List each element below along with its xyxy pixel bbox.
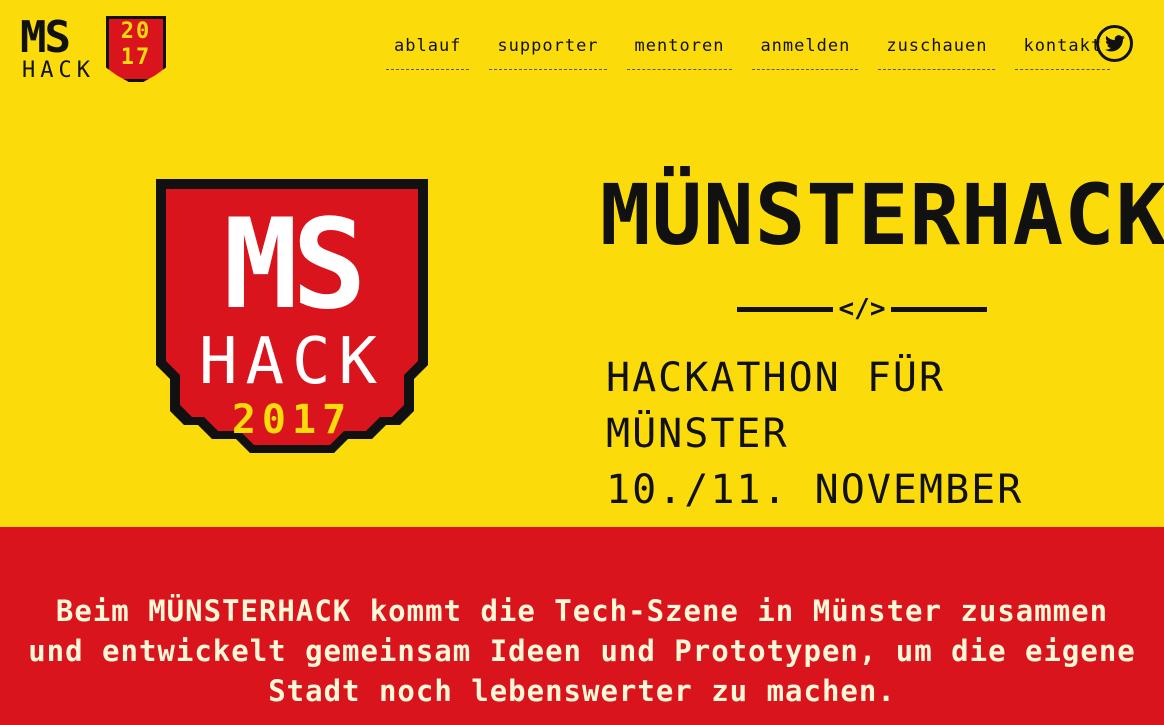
logo-year-bottom: 17: [120, 45, 152, 70]
divider-bar-right: [891, 306, 987, 312]
intro-section: Beim MÜNSTERHACK kommt die Tech-Szene in…: [0, 527, 1164, 725]
logo-ms-text: MS: [20, 12, 71, 63]
badge-year-text: 2017: [232, 397, 352, 443]
page-title: MÜNSTERHACK: [600, 166, 1164, 264]
nav-link-ablauf[interactable]: ablauf: [386, 34, 470, 70]
code-icon: </>: [838, 294, 886, 324]
hero-badge-logo: MS HACK 2017: [152, 175, 432, 480]
nav-link-mentoren[interactable]: mentoren: [626, 34, 733, 70]
logo-hack-text: HACK: [22, 58, 95, 83]
site-header: MS HACK 20 17 ablauf supporter mentoren …: [0, 0, 1164, 95]
title-divider: </>: [737, 292, 987, 326]
logo-year-badge: 20 17: [106, 16, 166, 82]
event-tagline: HACKATHON FÜR MÜNSTER: [606, 355, 946, 457]
intro-text: Beim MÜNSTERHACK kommt die Tech-Szene in…: [28, 594, 1136, 708]
main-nav: ablauf supporter mentoren anmelden zusch…: [386, 34, 1130, 70]
logo-year-top: 20: [120, 19, 152, 44]
divider-bar-left: [737, 306, 833, 312]
nav-link-zuschauen[interactable]: zuschauen: [878, 34, 996, 70]
twitter-button[interactable]: [1096, 25, 1133, 62]
site-logo[interactable]: MS HACK 20 17: [20, 16, 170, 86]
badge-hack-text: HACK: [199, 325, 385, 399]
badge-ms-text: MS: [223, 193, 360, 337]
nav-link-supporter[interactable]: supporter: [489, 34, 607, 70]
twitter-icon: [1104, 35, 1125, 52]
nav-link-anmelden[interactable]: anmelden: [752, 34, 859, 70]
